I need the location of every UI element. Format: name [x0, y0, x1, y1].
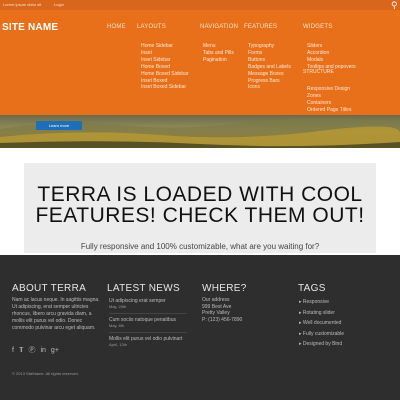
phone-line: P: (123) 456-7890: [202, 316, 243, 323]
address-block: Our address 999 Best Ave Pretty Valley P…: [202, 297, 282, 323]
twitter-icon[interactable]: 𝚻: [19, 347, 24, 354]
nav-layouts[interactable]: LAYOUTS: [137, 24, 166, 30]
hero-cta-button[interactable]: Learn more: [36, 121, 82, 130]
menu-item[interactable]: Sliders: [307, 43, 356, 50]
menu-item[interactable]: Icons: [248, 84, 291, 91]
menu-item[interactable]: Home Boxed Sidebar: [141, 71, 189, 78]
menu-item[interactable]: Inset Boxed: [141, 78, 189, 85]
nav-navigation[interactable]: NAVIGATION: [200, 24, 238, 30]
social-links: f 𝚻 Ⓟin g+: [12, 345, 64, 355]
layouts-menu: Home Sidebar Inset Inset Sidebar Home Bo…: [141, 43, 189, 91]
features-menu: Typography Forms Buttons Badges and Labe…: [248, 43, 291, 91]
tags-title: TAGS: [298, 283, 326, 294]
menu-item[interactable]: Responsive Design: [307, 86, 351, 93]
feature-subtext: Fully responsive and 100% customizable, …: [80, 242, 320, 251]
tag-item[interactable]: ▸ Designed by Bind: [299, 339, 344, 350]
nav-features[interactable]: FEATURES: [244, 24, 277, 30]
structure-menu: Responsive Design Zones Containers Order…: [307, 86, 351, 114]
news-item[interactable]: Mollis elit purus vel odio pulvinart Apr…: [109, 336, 191, 348]
top-link-account[interactable]: Lorem ipsum dolor sit: [3, 2, 41, 7]
menu-item[interactable]: Inset: [141, 50, 189, 57]
nav-widgets[interactable]: WIDGETS: [303, 24, 332, 30]
menu-item[interactable]: Badges and Labels: [248, 64, 291, 71]
menu-item[interactable]: Typography: [248, 43, 291, 50]
top-link-login[interactable]: Login: [54, 2, 64, 7]
nav-home[interactable]: HOME: [107, 24, 126, 30]
news-list: Ut adipiscing erat semper May, 20th Cum …: [109, 298, 191, 348]
divider: [109, 313, 187, 314]
menu-item[interactable]: Progress Bars: [248, 78, 291, 85]
news-item[interactable]: Ut adipiscing erat semper May, 20th: [109, 298, 191, 310]
news-item-date: May, 8th: [109, 323, 125, 328]
menu-item[interactable]: Modals: [307, 57, 356, 64]
menu-item[interactable]: Inset Boxed Sidebar: [141, 84, 189, 91]
navigation-menu: Menu Tabs and Pills Pagination: [203, 43, 234, 64]
tag-item[interactable]: ▸ Fully customizable: [299, 329, 344, 340]
tag-item[interactable]: ▸ Responsive: [299, 297, 344, 308]
tag-label: Well documented: [302, 320, 342, 326]
pinterest-icon[interactable]: Ⓟ: [28, 347, 35, 354]
facebook-icon[interactable]: f: [12, 347, 14, 354]
news-item[interactable]: Cum sociis natoque penatibus May, 8th: [109, 317, 191, 329]
hero-landscape-image: [0, 118, 400, 148]
tag-item[interactable]: ▸ Well documented: [299, 318, 344, 329]
about-text: Nam ac lacus neque. In sagittis magna. U…: [12, 297, 100, 331]
menu-item[interactable]: Message Boxes: [248, 71, 291, 78]
news-item-date: May, 20th: [109, 304, 127, 309]
linkedin-icon[interactable]: in: [40, 347, 45, 354]
feature-heading: TERRA IS LOADED WITH COOL FEATURES! CHEC…: [35, 183, 365, 227]
tag-item[interactable]: ▸ Rotating slider: [299, 308, 344, 319]
googleplus-icon[interactable]: g+: [51, 347, 59, 354]
site-name[interactable]: SITE NAME: [2, 22, 58, 33]
menu-item[interactable]: Inset Sidebar: [141, 57, 189, 64]
menu-item[interactable]: Tabs and Pills: [203, 50, 234, 57]
tag-label: Responsive: [302, 299, 330, 305]
menu-item[interactable]: Pagination: [203, 57, 234, 64]
menu-item[interactable]: Home Boxed: [141, 64, 189, 71]
menu-item[interactable]: Accordion: [307, 50, 356, 57]
tags-list: ▸ Responsive ▸ Rotating slider ▸ Well do…: [299, 297, 344, 350]
menu-item[interactable]: Containers: [307, 100, 351, 107]
copyright: © 2013 SiteName. All rights reserved.: [12, 371, 79, 376]
structure-heading[interactable]: STRUCTURE: [303, 69, 334, 75]
news-title: LATEST NEWS: [107, 283, 180, 294]
menu-item[interactable]: Ordered Page Titles: [307, 107, 351, 114]
menu-item[interactable]: Buttons: [248, 57, 291, 64]
menu-item[interactable]: Forms: [248, 50, 291, 57]
menu-item[interactable]: Menu: [203, 43, 234, 50]
tag-label: Rotating slider: [302, 309, 335, 316]
menu-item[interactable]: Home Sidebar: [141, 43, 189, 50]
news-item-date: April, 12th: [109, 342, 128, 347]
widgets-menu: Sliders Accordion Modals Tooltips and po…: [307, 43, 356, 71]
tag-label: Fully customizable: [302, 330, 345, 337]
where-title: WHERE?: [202, 283, 247, 294]
about-title: ABOUT TERRA: [12, 283, 87, 294]
divider: [109, 332, 187, 333]
menu-item[interactable]: Zones: [307, 93, 351, 100]
search-icon[interactable]: ⚲: [391, 0, 398, 10]
tag-label: Designed by Bind: [302, 341, 343, 347]
